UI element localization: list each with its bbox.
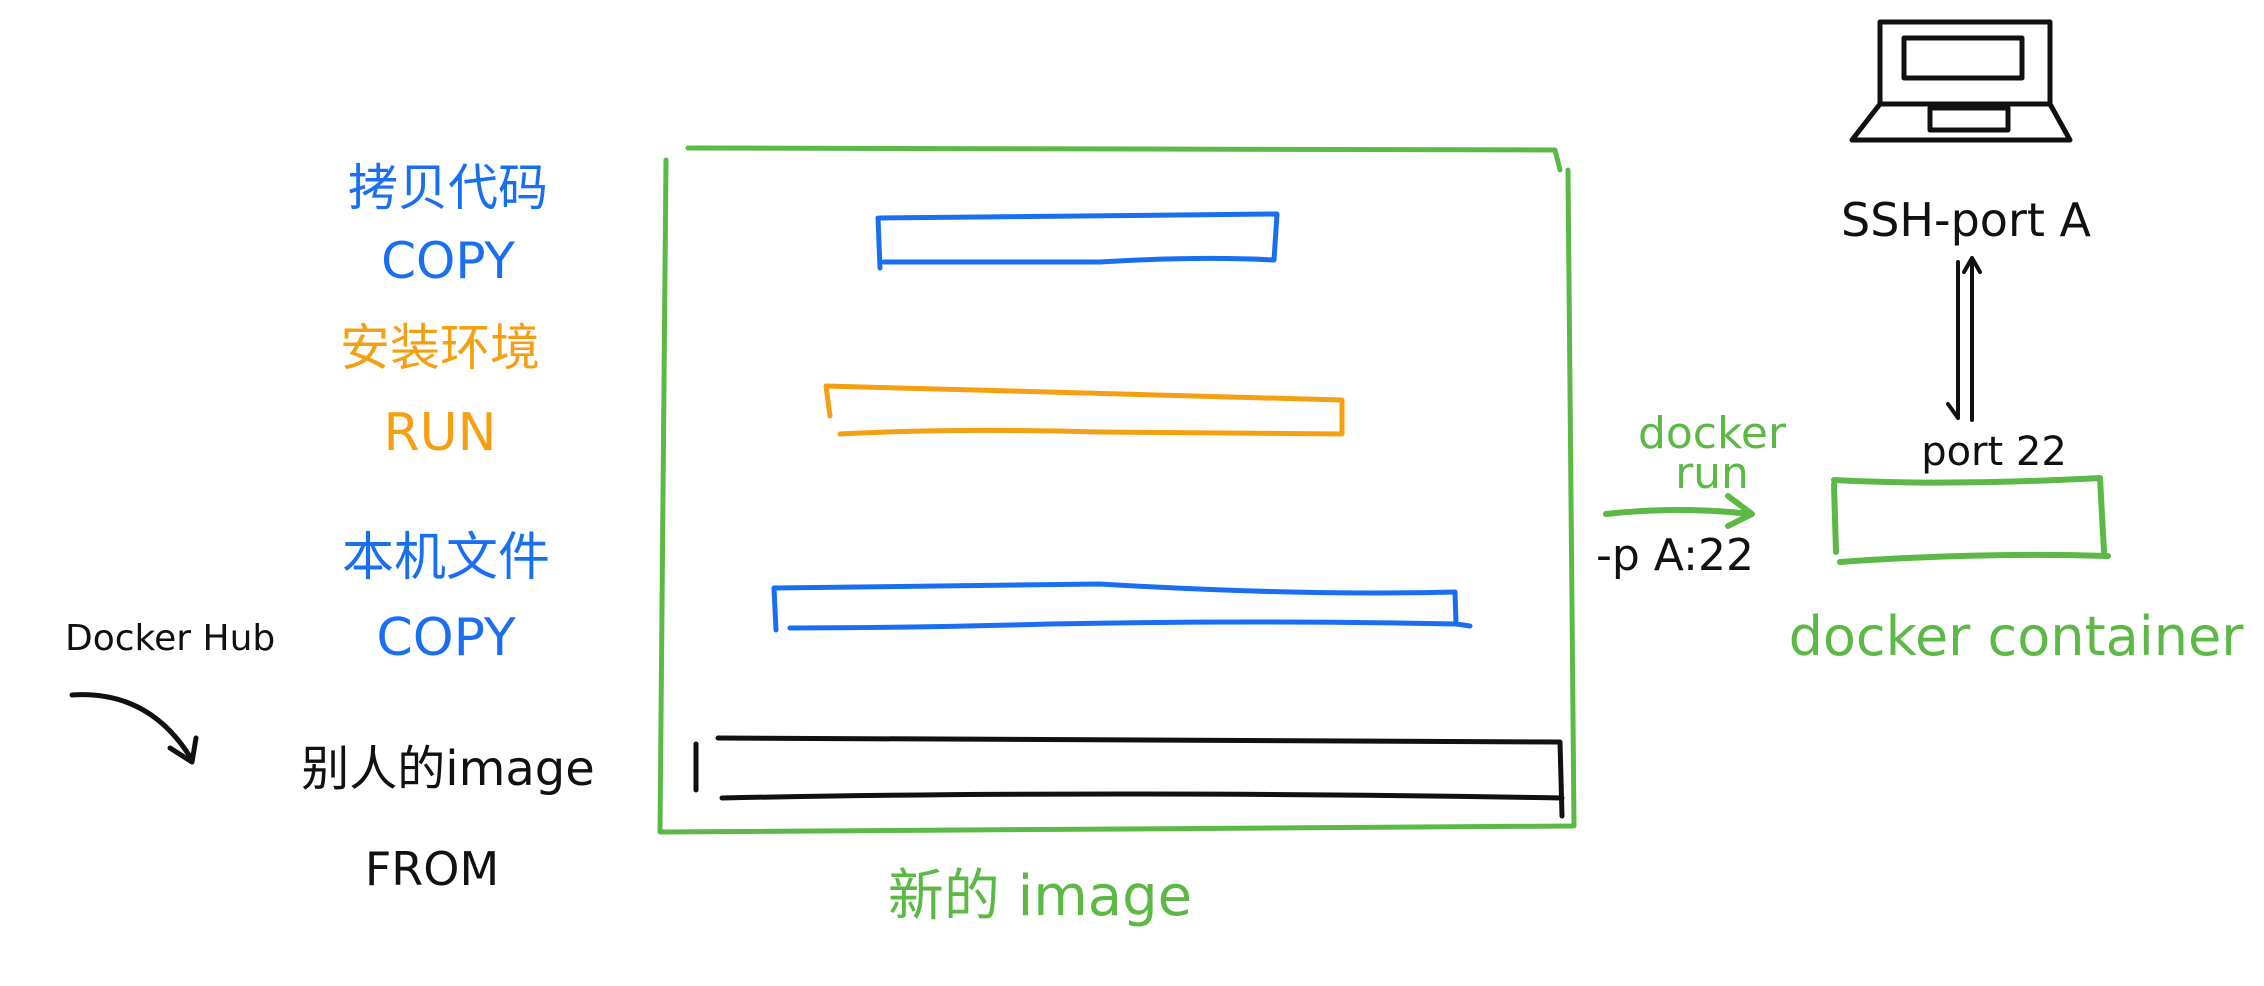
layer-1-bar bbox=[875, 211, 1280, 271]
docker-hub-arrow bbox=[69, 692, 199, 765]
layer-4-cn-label: 别人的image bbox=[301, 741, 595, 797]
container-box bbox=[1831, 475, 2111, 565]
laptop-icon bbox=[1849, 19, 2073, 143]
bidirectional-arrow bbox=[1946, 256, 1982, 422]
layer-2-cn-label: 安装环境 bbox=[340, 319, 540, 377]
container-label: docker container bbox=[1789, 605, 2245, 668]
docker-hub-label: Docker Hub bbox=[65, 618, 275, 659]
port-mapping-option: -p A:22 bbox=[1596, 530, 1754, 581]
layer-4-bar bbox=[693, 735, 1565, 819]
docker-run-label-line2: run bbox=[1675, 448, 1749, 499]
host-ssh-port-label: SSH-port A bbox=[1841, 193, 2092, 247]
docker-diagram: 拷贝代码 COPY 安装环境 RUN 本机文件 COPY 别人的image FR… bbox=[65, 19, 2245, 929]
layer-2-bar bbox=[823, 383, 1345, 437]
layer-1-cn-label: 拷贝代码 bbox=[348, 159, 548, 217]
layer-3-bar bbox=[771, 581, 1473, 633]
layer-1-cmd-label: COPY bbox=[381, 232, 515, 290]
new-image-label: 新的 image bbox=[888, 864, 1192, 929]
layer-2-cmd-label: RUN bbox=[383, 403, 496, 463]
new-image-box bbox=[657, 145, 1577, 835]
layer-3-cmd-label: COPY bbox=[376, 608, 515, 668]
layer-4-cmd-label: FROM bbox=[365, 842, 499, 896]
container-port-label: port 22 bbox=[1921, 429, 2067, 475]
docker-run-arrow bbox=[1603, 493, 1755, 529]
layer-3-cn-label: 本机文件 bbox=[342, 528, 550, 588]
